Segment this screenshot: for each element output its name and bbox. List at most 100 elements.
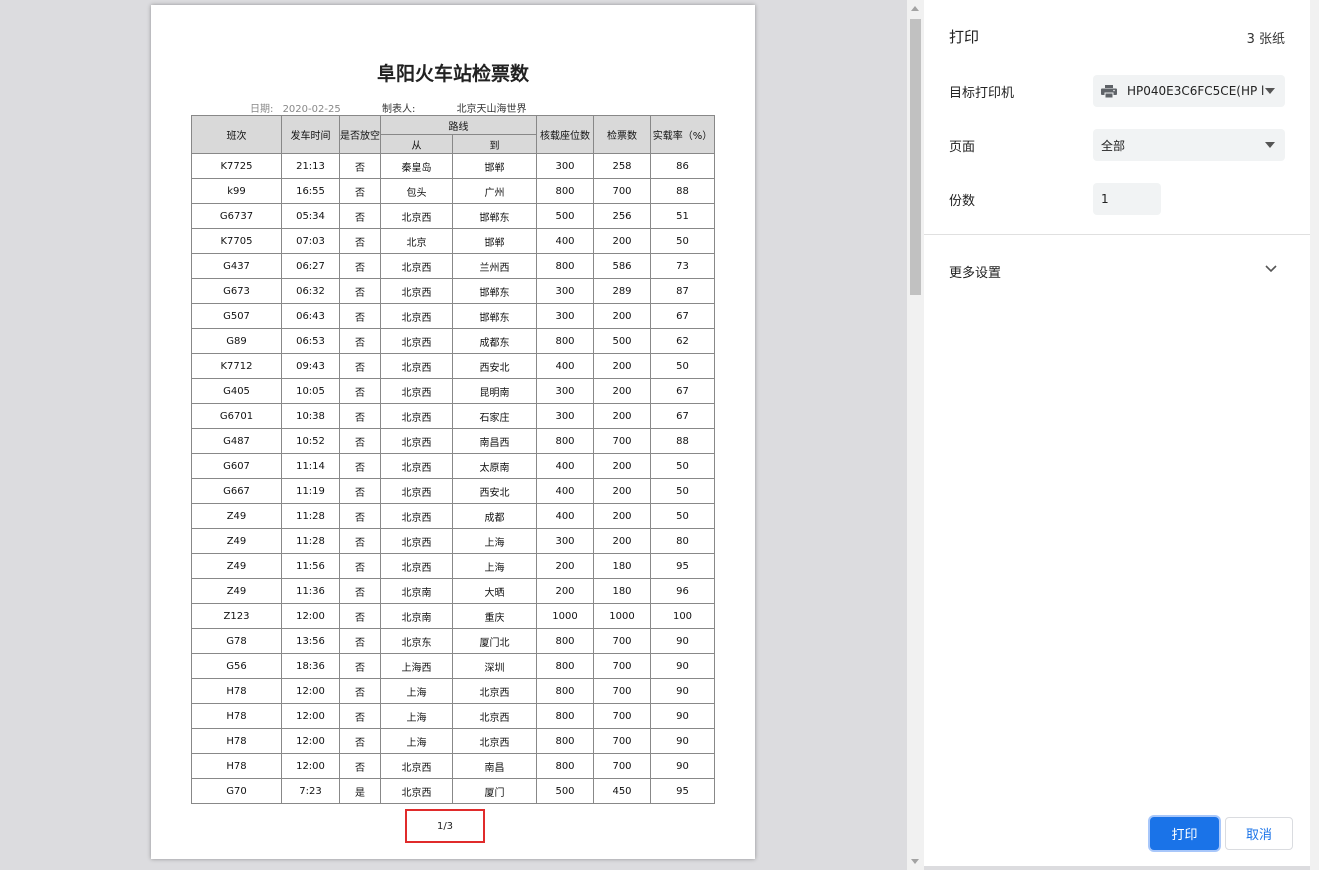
cell-from: 北京 — [380, 228, 453, 254]
cell-train: H78 — [191, 703, 282, 729]
cell-rate: 62 — [650, 328, 715, 354]
cell-depart-time: 12:00 — [281, 728, 340, 754]
pages-select[interactable]: 全部 — [1093, 129, 1285, 161]
cell-from: 北京西 — [380, 253, 453, 279]
cell-rate: 88 — [650, 428, 715, 454]
cell-depart-time: 05:34 — [281, 203, 340, 229]
table-row: G70 7:23 是北京西 厦门 500 450 95 — [191, 778, 715, 804]
chevron-down-icon[interactable] — [1264, 264, 1278, 274]
panel-divider — [924, 234, 1310, 235]
cell-seats: 400 — [536, 503, 594, 529]
more-settings-toggle[interactable]: 更多设置 — [949, 262, 1001, 281]
table-row: Z49 11:28 否北京西 上海 300 200 80 — [191, 528, 715, 554]
table-row: K7705 07:03 否北京 邯郸 400 200 50 — [191, 228, 715, 254]
cell-empty: 否 — [339, 653, 381, 679]
cell-depart-time: 12:00 — [281, 703, 340, 729]
table-row: G405 10:05 否北京西 昆明南 300 200 67 — [191, 378, 715, 404]
scroll-down-icon[interactable] — [911, 859, 919, 864]
cell-to: 邯郸东 — [452, 303, 537, 329]
cell-tickets: 700 — [593, 703, 651, 729]
cell-depart-time: 10:05 — [281, 378, 340, 404]
cell-depart-time: 18:36 — [281, 653, 340, 679]
header-depart-time: 发车时间 — [281, 115, 340, 154]
scrollbar-thumb[interactable] — [910, 19, 921, 295]
table-row: G78 13:56 否北京东 厦门北 800 700 90 — [191, 628, 715, 654]
scroll-up-icon[interactable] — [911, 6, 919, 11]
cell-seats: 400 — [536, 228, 594, 254]
cell-rate: 90 — [650, 703, 715, 729]
table-row: Z49 11:56 否北京西 上海 200 180 95 — [191, 553, 715, 579]
copies-input[interactable] — [1093, 183, 1161, 215]
cell-rate: 50 — [650, 228, 715, 254]
date-meta: 日期: 2020-02-25 — [250, 100, 341, 115]
table-row: Z123 12:00 否北京南 重庆 1000 1000 100 — [191, 603, 715, 629]
cell-tickets: 200 — [593, 453, 651, 479]
preview-scrollbar[interactable] — [907, 0, 924, 870]
cell-seats: 300 — [536, 278, 594, 304]
cell-empty: 否 — [339, 153, 381, 179]
cell-from: 上海西 — [380, 653, 453, 679]
table-row: K7712 09:43 否北京西 西安北 400 200 50 — [191, 353, 715, 379]
cell-depart-time: 12:00 — [281, 678, 340, 704]
cell-from: 北京西 — [380, 328, 453, 354]
destination-select[interactable]: HP040E3C6FC5CE(HP l — [1093, 75, 1285, 107]
header-train: 班次 — [191, 115, 282, 154]
copies-label: 份数 — [949, 194, 976, 209]
cell-seats: 300 — [536, 303, 594, 329]
cell-depart-time: 13:56 — [281, 628, 340, 654]
cell-to: 邯郸东 — [452, 203, 537, 229]
cell-empty: 否 — [339, 253, 381, 279]
cell-seats: 300 — [536, 378, 594, 404]
cell-to: 成都 — [452, 503, 537, 529]
header-route: 路线 — [380, 115, 537, 135]
cell-to: 石家庄 — [452, 403, 537, 429]
cell-depart-time: 11:56 — [281, 553, 340, 579]
table-row: G6737 05:34 否北京西 邯郸东 500 256 51 — [191, 203, 715, 229]
cell-train: G70 — [191, 778, 282, 804]
cell-train: G89 — [191, 328, 282, 354]
cell-empty: 否 — [339, 603, 381, 629]
cell-seats: 300 — [536, 153, 594, 179]
cell-rate: 90 — [650, 728, 715, 754]
cell-depart-time: 07:03 — [281, 228, 340, 254]
cell-tickets: 700 — [593, 653, 651, 679]
table-row: G89 06:53 否北京西 成都东 800 500 62 — [191, 328, 715, 354]
cell-to: 广州 — [452, 178, 537, 204]
cell-tickets: 200 — [593, 228, 651, 254]
cell-depart-time: 11:14 — [281, 453, 340, 479]
table-row: H78 12:00 否北京西 南昌 800 700 90 — [191, 753, 715, 779]
cell-to: 厦门北 — [452, 628, 537, 654]
print-button[interactable]: 打印 — [1150, 817, 1219, 850]
cell-to: 北京西 — [452, 678, 537, 704]
cell-empty: 否 — [339, 353, 381, 379]
cell-to: 大晒 — [452, 578, 537, 604]
cancel-button[interactable]: 取消 — [1225, 817, 1293, 850]
cell-train: G405 — [191, 378, 282, 404]
maker-value: 北京天山海世界 — [456, 104, 527, 115]
cell-tickets: 700 — [593, 428, 651, 454]
header-to: 到 — [452, 134, 537, 154]
destination-value: HP040E3C6FC5CE(HP l — [1127, 84, 1265, 98]
cell-tickets: 700 — [593, 628, 651, 654]
cell-to: 北京西 — [452, 728, 537, 754]
cell-empty: 否 — [339, 403, 381, 429]
maker-meta: 制表人: 北京天山海世界 — [382, 100, 527, 115]
cell-rate: 90 — [650, 678, 715, 704]
cell-empty: 否 — [339, 578, 381, 604]
cell-from: 北京西 — [380, 428, 453, 454]
cell-train: G507 — [191, 303, 282, 329]
cell-to: 厦门 — [452, 778, 537, 804]
header-from: 从 — [380, 134, 453, 154]
cell-depart-time: 06:53 — [281, 328, 340, 354]
cell-seats: 800 — [536, 178, 594, 204]
cell-rate: 95 — [650, 553, 715, 579]
maker-label: 制表人: — [382, 104, 416, 115]
table-row: G507 06:43 否北京西 邯郸东 300 200 67 — [191, 303, 715, 329]
cell-seats: 200 — [536, 578, 594, 604]
cell-from: 上海 — [380, 728, 453, 754]
cell-from: 北京东 — [380, 628, 453, 654]
cell-rate: 50 — [650, 503, 715, 529]
cell-train: H78 — [191, 753, 282, 779]
cell-seats: 1000 — [536, 603, 594, 629]
cell-rate: 50 — [650, 478, 715, 504]
